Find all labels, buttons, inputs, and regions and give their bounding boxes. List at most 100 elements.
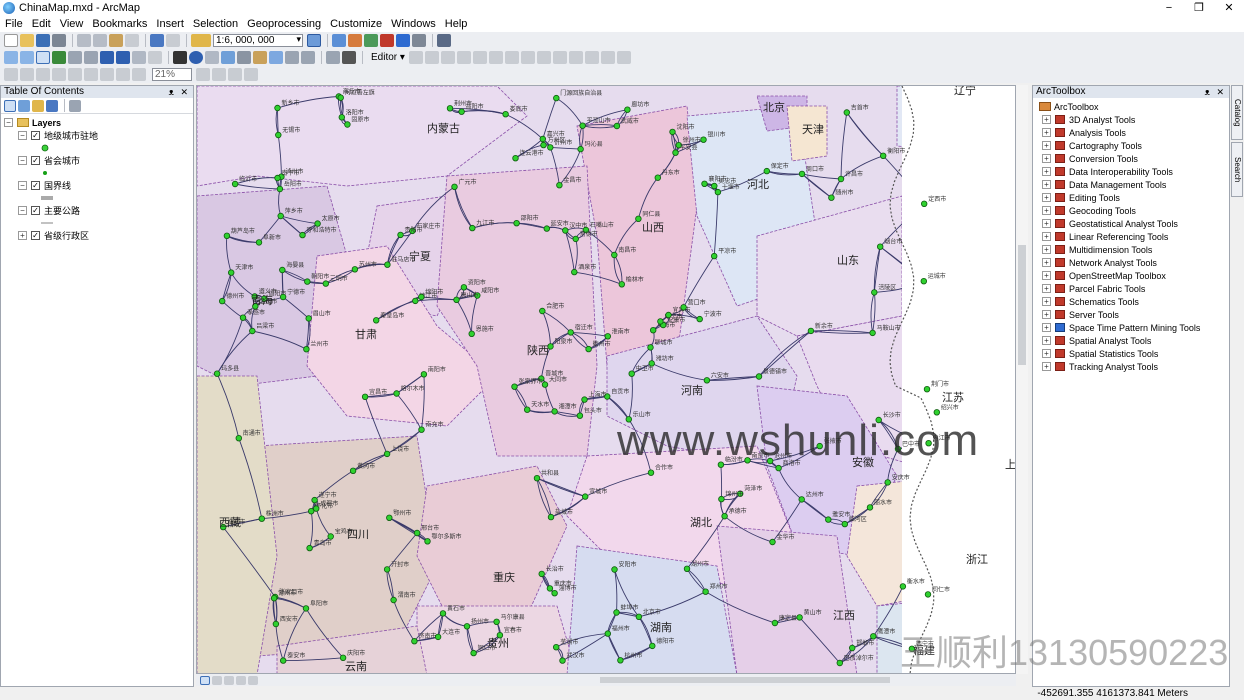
- list-by-source-icon[interactable]: [18, 99, 30, 112]
- search-window-icon[interactable]: [364, 34, 378, 47]
- help-pointer-icon[interactable]: [437, 34, 451, 47]
- find-route-icon[interactable]: [269, 51, 283, 64]
- expand-icon[interactable]: +: [1042, 115, 1051, 124]
- layout-view-toggle-icon[interactable]: [212, 675, 222, 685]
- toolbox-item[interactable]: + Editing Tools: [1039, 191, 1229, 204]
- toolbox-item[interactable]: + Geostatistical Analyst Tools: [1039, 217, 1229, 230]
- collapse-icon[interactable]: −: [4, 118, 13, 127]
- next-extent-layout-icon[interactable]: [132, 68, 146, 81]
- data-view-icon[interactable]: [200, 675, 210, 685]
- toolbox-item[interactable]: + Cartography Tools: [1039, 139, 1229, 152]
- print-icon[interactable]: [52, 34, 66, 47]
- open-folder-icon[interactable]: [20, 34, 34, 47]
- edit-vertices-icon[interactable]: [504, 51, 519, 64]
- fixed-zoom-in-layout-icon[interactable]: [84, 68, 98, 81]
- arctoolbox-window-controls[interactable]: ᴥ ✕: [1204, 86, 1229, 98]
- reshape-feature-icon[interactable]: [520, 51, 535, 64]
- full-extent-globe-icon[interactable]: [52, 51, 66, 64]
- layer-row[interactable]: + ✓ 省级行政区: [4, 229, 193, 242]
- select-features-icon[interactable]: [132, 51, 146, 64]
- table-of-contents-icon[interactable]: [332, 34, 346, 47]
- find-icon[interactable]: [253, 51, 267, 64]
- expand-icon[interactable]: +: [1042, 271, 1051, 280]
- layer-row[interactable]: − ✓ 国界线: [4, 179, 193, 192]
- expand-icon[interactable]: +: [1042, 167, 1051, 176]
- toolbox-item[interactable]: + Tracking Analyst Tools: [1039, 360, 1229, 373]
- split-tool-icon[interactable]: [552, 51, 567, 64]
- layout-view-icon[interactable]: [342, 51, 356, 64]
- expand-icon[interactable]: +: [1042, 349, 1051, 358]
- toolbox-item[interactable]: + Server Tools: [1039, 308, 1229, 321]
- layout-zoom-in-icon[interactable]: [4, 68, 18, 81]
- fixed-zoom-in-icon[interactable]: [68, 51, 82, 64]
- layer-symbol[interactable]: [4, 167, 193, 179]
- save-icon[interactable]: [36, 34, 50, 47]
- zoom-out-icon[interactable]: [20, 51, 34, 64]
- sketch-properties-icon[interactable]: [600, 51, 615, 64]
- go-to-xy-icon[interactable]: [285, 51, 299, 64]
- change-layout-icon[interactable]: [228, 68, 242, 81]
- menu-file[interactable]: File: [0, 16, 27, 32]
- data-driven-pages-icon[interactable]: [244, 68, 258, 81]
- modelbuilder-icon[interactable]: [412, 34, 426, 47]
- catalog-window-icon[interactable]: [348, 34, 362, 47]
- map-view[interactable]: 包头市呼和浩特市大同市张家口市乌海市鄂尔多斯市银川市石嘴山市吴忠市中卫市固原市西…: [196, 85, 1016, 674]
- layer-visibility-checkbox[interactable]: ✓: [31, 181, 40, 190]
- scroll-thumb[interactable]: [1018, 245, 1026, 365]
- attributes-icon[interactable]: [584, 51, 599, 64]
- toolbox-item[interactable]: + Multidimension Tools: [1039, 243, 1229, 256]
- python-window-icon[interactable]: [396, 34, 410, 47]
- editor-toolbar-icon[interactable]: [307, 34, 321, 47]
- layer-row[interactable]: − ✓ 地级城市驻地: [4, 129, 193, 142]
- toc-window-controls[interactable]: ᴥ ✕: [168, 86, 193, 98]
- paste-icon[interactable]: [109, 34, 123, 47]
- editor-menu-button[interactable]: Editor ▾: [367, 52, 409, 63]
- rotate-icon[interactable]: [568, 51, 583, 64]
- toolbox-item[interactable]: + Spatial Analyst Tools: [1039, 334, 1229, 347]
- straight-segment-icon[interactable]: [440, 51, 455, 64]
- zoom-in-icon[interactable]: [4, 51, 18, 64]
- layout-pan-icon[interactable]: [36, 68, 50, 81]
- layout-zoom-out-icon[interactable]: [20, 68, 34, 81]
- scroll-thumb[interactable]: [600, 677, 890, 683]
- expand-icon[interactable]: +: [1042, 310, 1051, 319]
- menu-view[interactable]: View: [55, 16, 88, 32]
- expand-icon[interactable]: +: [1042, 141, 1051, 150]
- focus-data-frame-icon[interactable]: [212, 68, 226, 81]
- expand-icon[interactable]: +: [1042, 154, 1051, 163]
- layers-group[interactable]: − Layers: [4, 116, 193, 129]
- toolbox-item[interactable]: + Schematics Tools: [1039, 295, 1229, 308]
- collapse-icon[interactable]: −: [18, 156, 27, 165]
- layer-symbol[interactable]: [4, 142, 193, 154]
- fixed-zoom-out-layout-icon[interactable]: [100, 68, 114, 81]
- toolbox-item[interactable]: + Analysis Tools: [1039, 126, 1229, 139]
- redo-icon[interactable]: [166, 34, 180, 47]
- close-button[interactable]: ✕: [1214, 0, 1244, 16]
- trace-icon[interactable]: [472, 51, 487, 64]
- edit-tool-icon[interactable]: [408, 51, 423, 64]
- expand-icon[interactable]: +: [1042, 206, 1051, 215]
- edit-annotation-icon[interactable]: [424, 51, 439, 64]
- arctoolbox-root[interactable]: ArcToolbox: [1039, 100, 1229, 113]
- menu-edit[interactable]: Edit: [27, 16, 55, 32]
- end-point-arc-icon[interactable]: [456, 51, 471, 64]
- create-viewer-window-icon[interactable]: [326, 51, 340, 64]
- copy-icon[interactable]: [93, 34, 107, 47]
- map-scale-combobox[interactable]: 1:6, 000, 000: [213, 34, 303, 47]
- previous-extent-layout-icon[interactable]: [116, 68, 130, 81]
- list-by-drawing-order-icon[interactable]: [4, 99, 16, 112]
- layer-symbol[interactable]: [4, 217, 193, 229]
- layer-visibility-checkbox[interactable]: ✓: [31, 131, 40, 140]
- scroll-left-icon[interactable]: [248, 675, 258, 685]
- map-vertical-scrollbar[interactable]: [1016, 85, 1028, 674]
- menu-customize[interactable]: Customize: [325, 16, 386, 32]
- fixed-zoom-out-icon[interactable]: [84, 51, 98, 64]
- new-document-icon[interactable]: [4, 34, 18, 47]
- toolbox-item[interactable]: + OpenStreetMap Toolbox: [1039, 269, 1229, 282]
- expand-icon[interactable]: +: [1042, 219, 1051, 228]
- pan-hand-icon[interactable]: [36, 51, 50, 64]
- expand-icon[interactable]: +: [1042, 180, 1051, 189]
- expand-icon[interactable]: +: [18, 231, 27, 240]
- expand-icon[interactable]: +: [1042, 284, 1051, 293]
- toolbox-item[interactable]: + Spatial Statistics Tools: [1039, 347, 1229, 360]
